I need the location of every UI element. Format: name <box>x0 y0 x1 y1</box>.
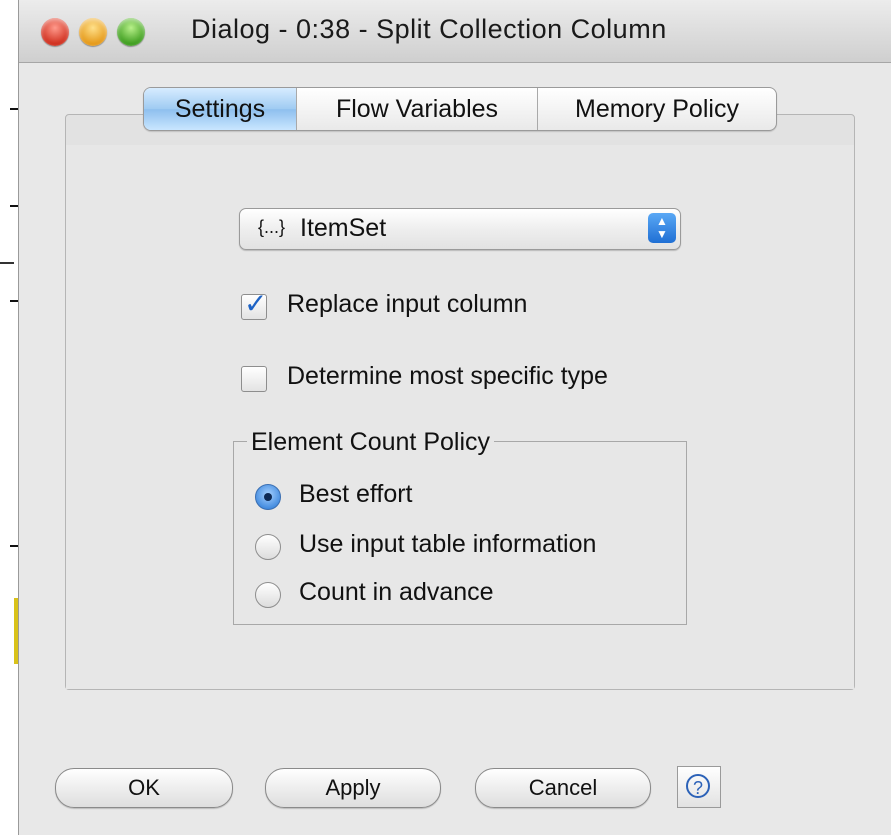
tab-flow-variables[interactable]: Flow Variables <box>297 88 538 130</box>
minimize-window-button[interactable] <box>79 18 107 46</box>
element-count-policy-legend: Element Count Policy <box>247 428 495 457</box>
background-tick <box>10 545 18 547</box>
title-bar: Dialog - 0:38 - Split Collection Column <box>19 0 891 63</box>
updown-arrows-icon[interactable]: ▲ ▼ <box>648 213 676 243</box>
use-input-table-label: Use input table information <box>299 530 597 558</box>
replace-input-column-label: Replace input column <box>287 290 528 318</box>
tab-bar: Settings Flow Variables Memory Policy <box>143 87 777 131</box>
column-select[interactable]: {...} ItemSet ▲ ▼ <box>239 208 681 250</box>
replace-input-column-checkbox[interactable]: ✓ <box>241 288 267 320</box>
window-title: Dialog - 0:38 - Split Collection Column <box>191 14 667 44</box>
checkmark-icon: ✓ <box>244 288 268 319</box>
background-tick <box>10 108 18 110</box>
close-window-button[interactable] <box>41 18 69 46</box>
help-button[interactable]: ? <box>677 766 721 808</box>
ok-button[interactable]: OK <box>55 768 233 808</box>
apply-button[interactable]: Apply <box>265 768 441 808</box>
best-effort-radio[interactable] <box>255 484 281 510</box>
zoom-window-button[interactable] <box>117 18 145 46</box>
background-tick <box>10 300 18 302</box>
determine-type-label: Determine most specific type <box>287 362 608 390</box>
count-in-advance-label: Count in advance <box>299 578 494 606</box>
cancel-button[interactable]: Cancel <box>475 768 651 808</box>
tab-settings[interactable]: Settings <box>144 88 297 130</box>
use-input-table-radio[interactable] <box>255 534 281 560</box>
column-select-value: ItemSet <box>300 214 387 242</box>
determine-type-checkbox[interactable] <box>241 366 267 392</box>
best-effort-label: Best effort <box>299 480 413 508</box>
collection-type-icon: {...} <box>258 217 286 237</box>
count-in-advance-radio[interactable] <box>255 582 281 608</box>
tab-memory-policy[interactable]: Memory Policy <box>538 88 776 130</box>
background-app-edge <box>0 0 18 835</box>
dialog-window: Dialog - 0:38 - Split Collection Column … <box>18 0 891 835</box>
background-line <box>0 262 14 264</box>
help-icon: ? <box>686 774 710 798</box>
background-tick <box>10 205 18 207</box>
